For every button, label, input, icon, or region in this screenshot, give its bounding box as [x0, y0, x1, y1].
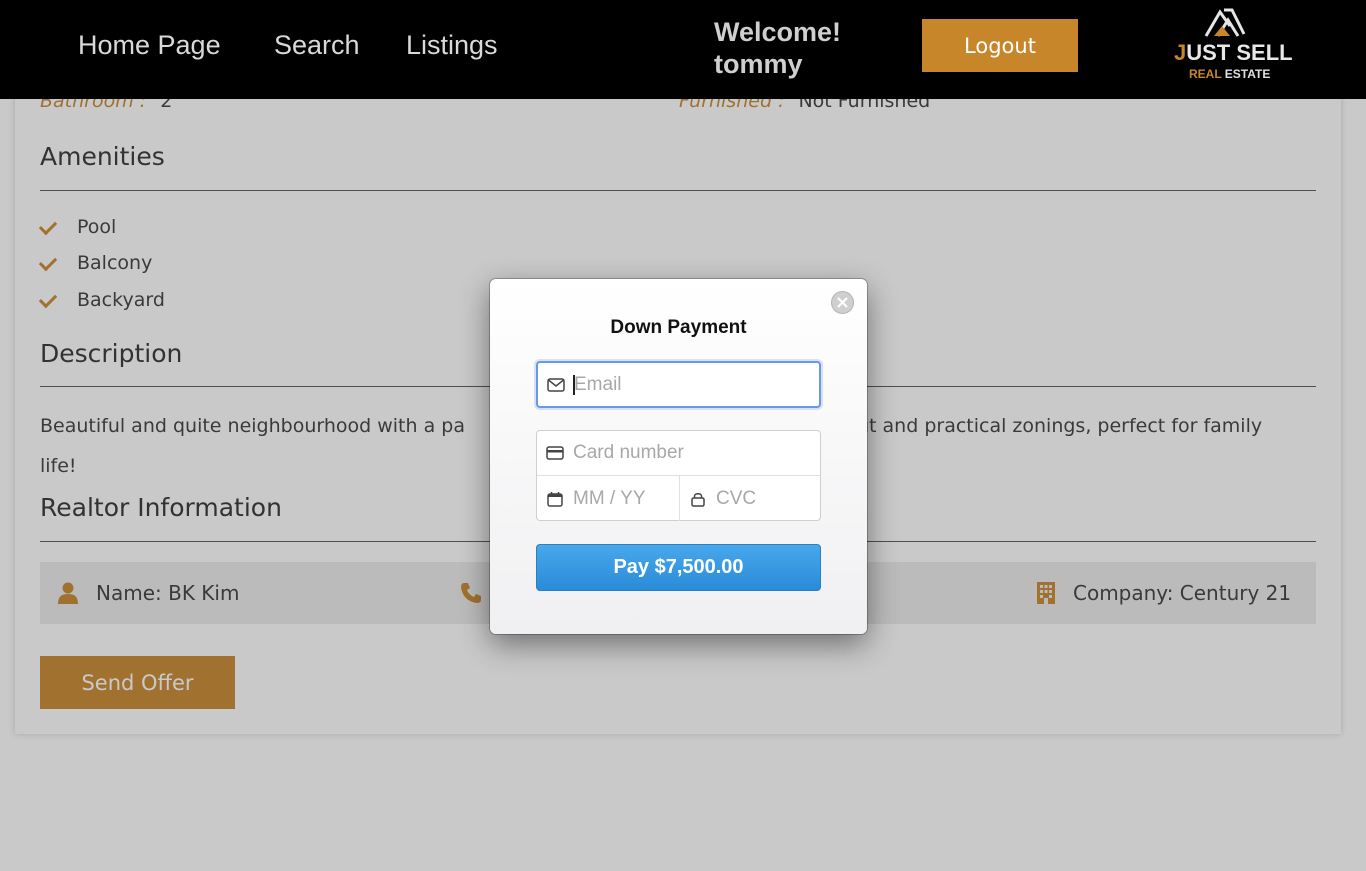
cvc-field[interactable]: [680, 476, 820, 521]
text-caret: [573, 375, 575, 395]
expiry-field[interactable]: [537, 476, 680, 521]
email-input[interactable]: [574, 373, 804, 396]
calendar-icon: [537, 491, 573, 507]
welcome-line: Welcome!: [714, 17, 842, 47]
expiry-input[interactable]: [573, 487, 673, 510]
logout-button[interactable]: Logout: [922, 19, 1078, 72]
logo-text: JUST SELL: [1174, 40, 1293, 65]
credit-card-icon: [537, 446, 573, 460]
card-number-input[interactable]: [573, 442, 803, 464]
envelope-icon: [538, 377, 574, 392]
nav-search-link[interactable]: Search: [274, 30, 360, 61]
nav-listings-link[interactable]: Listings: [406, 30, 498, 61]
pay-button[interactable]: Pay $7,500.00: [536, 544, 821, 591]
email-field[interactable]: [536, 361, 821, 408]
card-number-field[interactable]: [537, 431, 820, 476]
roof-logo-icon: [1204, 8, 1246, 37]
welcome-message: Welcome! tommy: [714, 16, 841, 80]
logo-subtext: REAL ESTATE: [1189, 67, 1271, 81]
top-navbar: Home Page Search Listings Welcome! tommy…: [0, 0, 1366, 99]
nav-home-link[interactable]: Home Page: [78, 30, 221, 61]
payment-modal: Down Payment Pay $7,500.00: [490, 279, 867, 634]
close-icon: [837, 297, 848, 308]
just-sell-logo[interactable]: JUST SELL REAL ESTATE: [1172, 6, 1293, 86]
card-details-group: [536, 430, 821, 521]
modal-title: Down Payment: [610, 317, 747, 338]
cvc-input[interactable]: [716, 487, 816, 510]
close-button[interactable]: [831, 291, 854, 314]
lock-icon: [680, 491, 716, 507]
username: tommy: [714, 49, 803, 79]
